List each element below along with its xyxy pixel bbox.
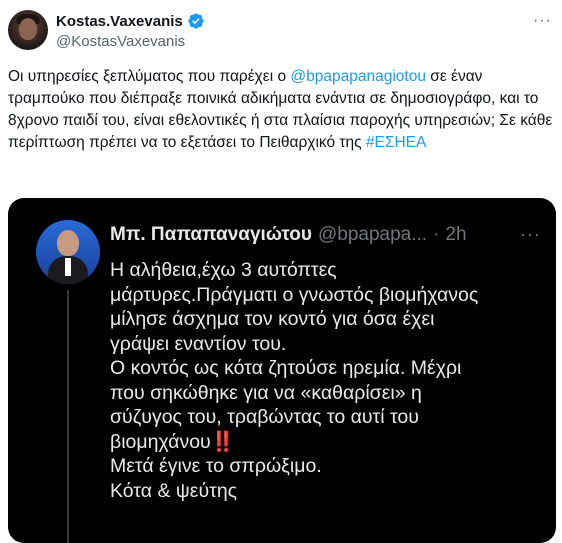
- embedded-line-3: μίλησε άσχημα τον κοντό για όσα έχει: [110, 308, 435, 330]
- embedded-body: Η αλήθεια,έχω 3 αυτόπτες μάρτυρες.Πράγμα…: [110, 258, 530, 503]
- embedded-more-icon: ···: [520, 224, 541, 244]
- embedded-line-8-text: βιομηχάνου: [110, 430, 211, 453]
- embedded-line-8: βιομηχάνου‼️: [110, 430, 530, 455]
- embedded-time: 2h: [445, 224, 467, 245]
- embedded-tweet-screenshot[interactable]: Μπ. Παπαπαναγιώτου @bpapapa... · 2h ··· …: [8, 198, 556, 543]
- embedded-line-10: Κότα & ψεύτης: [110, 479, 238, 502]
- embedded-display-name: Μπ. Παπαπαναγιώτου: [110, 224, 312, 245]
- embedded-line-7: σύζυγος του, τραβώντας το αυτί του: [110, 406, 419, 428]
- double-exclamation-icon: ‼️: [210, 430, 235, 453]
- embedded-author-avatar: [36, 220, 100, 284]
- thread-line: [67, 290, 69, 543]
- embedded-name-row: Μπ. Παπαπαναγιώτου @bpapapa... · 2h: [110, 224, 467, 246]
- tweet-text-part1: Οι υπηρεσίες ξεπλύματος που παρέχει ο: [8, 68, 291, 85]
- embedded-handle: @bpapapa...: [317, 224, 428, 245]
- mention-link[interactable]: @bpapapanagiotou: [290, 68, 426, 85]
- author-handle[interactable]: @KostasVaxevanis: [56, 33, 185, 50]
- tweet-header: Kostas.Vaxevanis @KostasVaxevanis ···: [8, 8, 554, 56]
- embedded-separator: ·: [433, 224, 440, 245]
- embedded-line-6: που σηκώθηκε για να «καθαρίσει» η: [110, 381, 422, 404]
- embedded-line-1: Η αλήθεια,έχω 3 αυτόπτες: [110, 259, 337, 281]
- embedded-line-9: Μετά έγινε το σπρώξιμο.: [110, 455, 322, 477]
- author-display-name[interactable]: Kostas.Vaxevanis: [56, 13, 183, 30]
- tweet-text: Οι υπηρεσίες ξεπλύματος που παρέχει ο @b…: [8, 66, 556, 154]
- embedded-line-5: Ο κοντός ως κότα ζητούσε ηρεμία. Μέχρι: [110, 357, 462, 379]
- more-options-icon[interactable]: ···: [533, 12, 552, 30]
- embedded-line-2: μάρτυρες.Πράγματι ο γνωστός βιομήχανος: [110, 283, 479, 306]
- author-avatar[interactable]: [8, 10, 48, 50]
- verified-badge-icon: [188, 13, 204, 29]
- embedded-line-4: γράψει εναντίον του.: [110, 332, 287, 355]
- hashtag-link[interactable]: #ΕΣΗΕΑ: [366, 134, 426, 151]
- author-name-row: Kostas.Vaxevanis: [56, 12, 205, 30]
